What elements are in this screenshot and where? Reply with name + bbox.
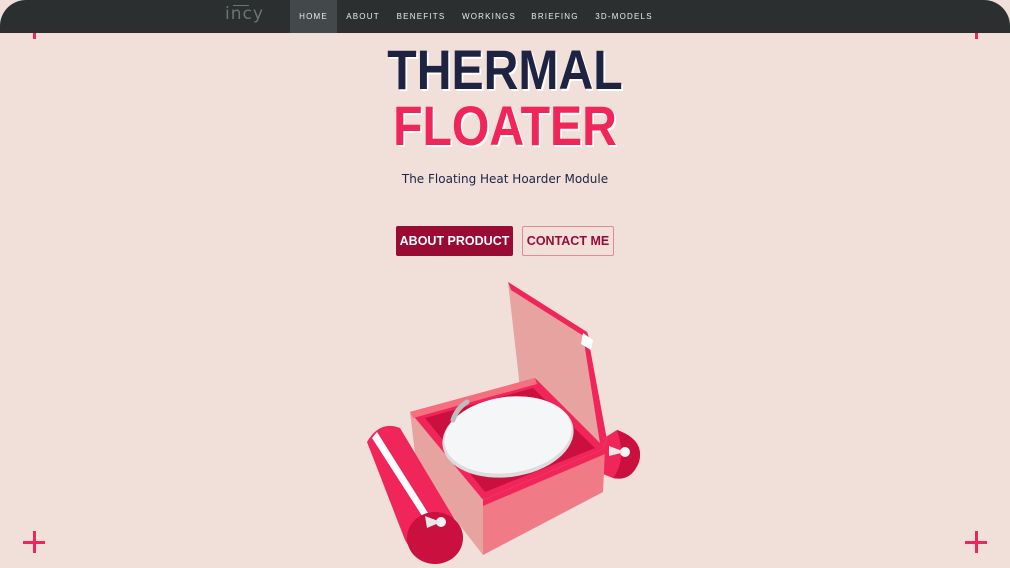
nav-item-about[interactable]: ABOUT <box>337 0 389 33</box>
hero-title-line2: FLOATER <box>393 94 617 157</box>
contact-me-button[interactable]: CONTACT ME <box>522 226 614 256</box>
nav-links: HOME ABOUT BENEFITS WORKINGS BRIEFING 3D… <box>290 0 663 33</box>
plus-corner-icon-bottom-left <box>23 531 45 553</box>
hero-subtitle: The Floating Heat Hoarder Module <box>401 172 609 186</box>
plus-corner-icon-bottom-right <box>965 531 987 553</box>
nav-item-briefing[interactable]: BRIEFING <box>525 0 585 33</box>
nav-item-3d-models[interactable]: 3D-MODELS <box>585 0 663 33</box>
nav-item-home[interactable]: HOME <box>290 0 337 33</box>
hero-title-line1: THERMAL <box>387 38 623 101</box>
product-illustration <box>355 270 655 568</box>
brand-logo[interactable]: incy <box>225 4 264 24</box>
page-frame: incy HOME ABOUT BENEFITS WORKINGS BRIEFI… <box>0 0 1010 568</box>
corner-tick-top-left <box>33 33 36 39</box>
corner-tick-top-right <box>975 33 978 39</box>
nav-item-benefits[interactable]: BENEFITS <box>389 0 453 33</box>
top-navbar: incy HOME ABOUT BENEFITS WORKINGS BRIEFI… <box>0 0 1010 33</box>
about-product-button[interactable]: ABOUT PRODUCT <box>396 226 513 256</box>
nav-item-workings[interactable]: WORKINGS <box>453 0 525 33</box>
